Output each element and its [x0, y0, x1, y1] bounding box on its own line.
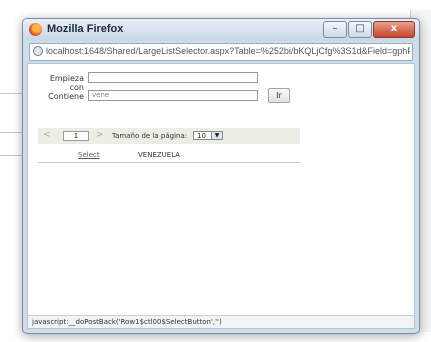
status-bar: javascript:__doPostBack('Row1$ctl00$Sele… [28, 315, 414, 328]
contains-input[interactable]: vene [88, 90, 258, 101]
contains-label: Contiene [48, 92, 84, 101]
close-button[interactable]: x [373, 21, 415, 38]
background-line [0, 155, 24, 156]
table-row: Select VENEZUELA [38, 150, 300, 163]
window-controls: – □ x [323, 21, 415, 38]
starts-with-label: Empieza con [49, 74, 84, 92]
prev-page-icon[interactable]: < [43, 130, 51, 140]
chevron-down-icon[interactable]: ▼ [211, 132, 222, 139]
background-line [0, 93, 24, 94]
window-title: Mozilla Firefox [47, 23, 124, 35]
firefox-icon [29, 23, 42, 36]
url-text: localhost:1648/Shared/LargeListSelector.… [46, 46, 410, 56]
maximize-button[interactable]: □ [348, 21, 372, 38]
next-page-icon[interactable]: > [96, 130, 104, 140]
page-size-select[interactable]: 10 ▼ [193, 131, 223, 140]
page-size-label: Tamaño de la página: [112, 132, 188, 140]
minimize-button[interactable]: – [323, 21, 347, 38]
page-content: Empieza con Contiene vene Ir < 1 > Tamañ… [27, 63, 415, 329]
address-bar[interactable]: localhost:1648/Shared/LargeListSelector.… [29, 43, 413, 61]
title-bar[interactable]: Mozilla Firefox – □ x [23, 19, 419, 41]
starts-with-input[interactable] [88, 72, 258, 83]
page-size-value: 10 [197, 132, 206, 140]
pager-bar: < 1 > Tamaño de la página: 10 ▼ [38, 128, 300, 144]
popup-window: Mozilla Firefox – □ x localhost:1648/Sha… [22, 18, 420, 334]
background-line [0, 132, 24, 133]
select-link[interactable]: Select [78, 151, 100, 159]
go-button[interactable]: Ir [268, 88, 290, 103]
globe-icon [33, 46, 43, 56]
page-number-input[interactable]: 1 [63, 131, 89, 141]
result-value: VENEZUELA [138, 151, 181, 159]
